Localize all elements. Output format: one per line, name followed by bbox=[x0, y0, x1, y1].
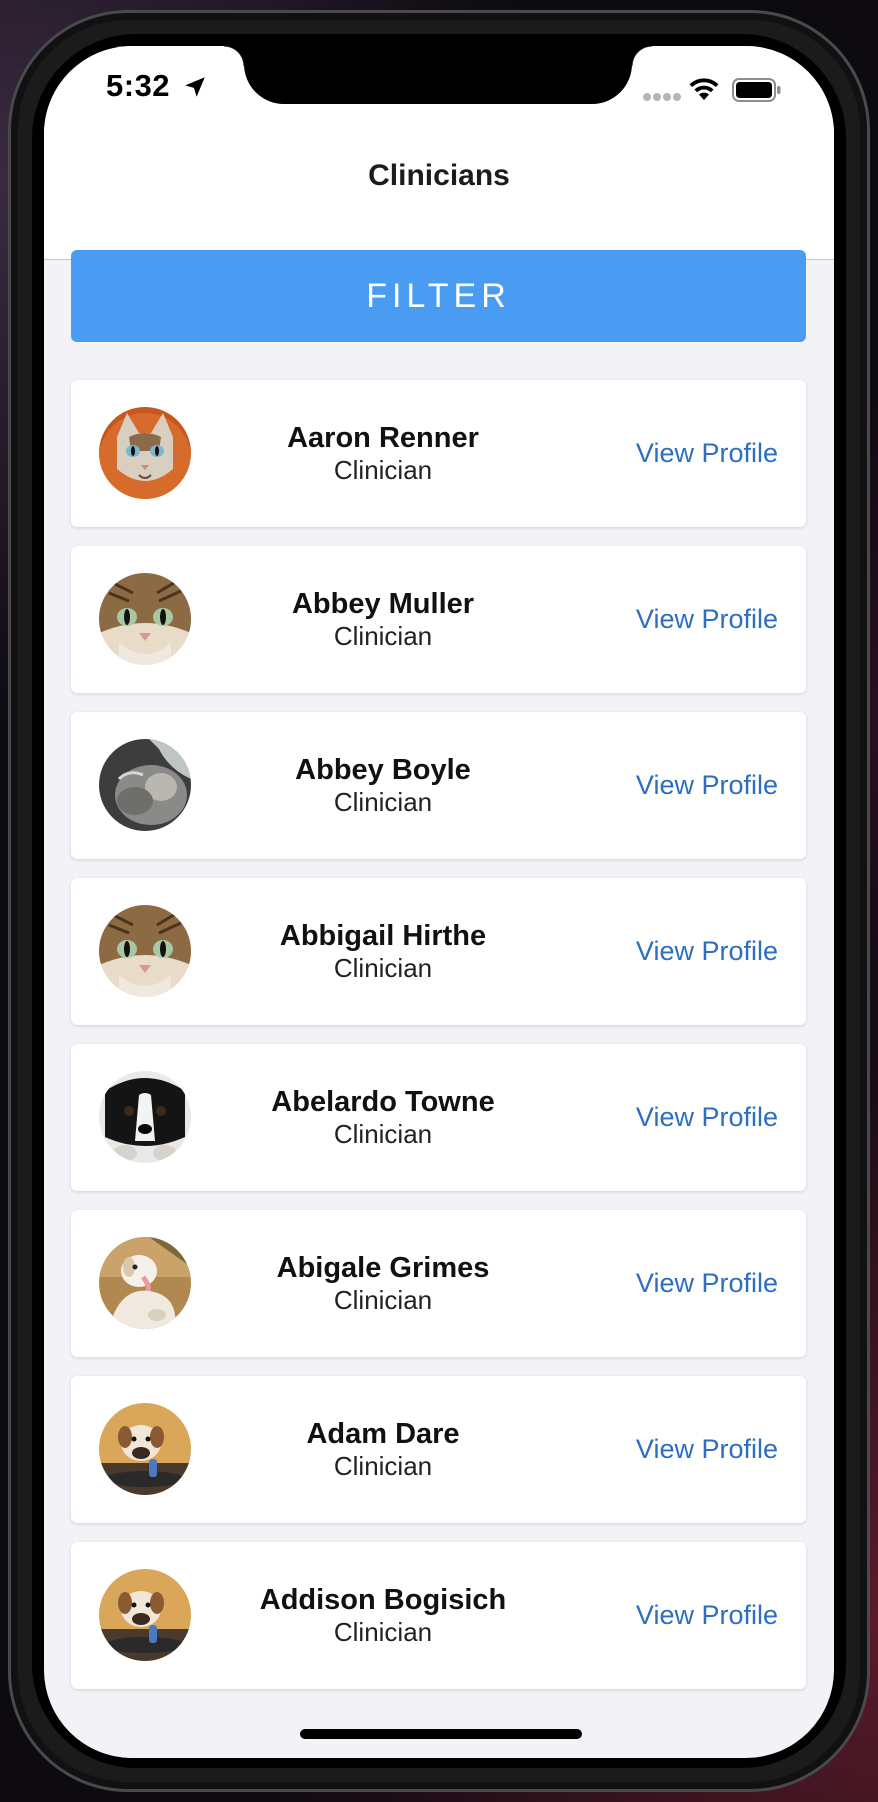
clinician-name: Abigale Grimes bbox=[276, 1252, 490, 1284]
location-arrow-icon bbox=[185, 77, 205, 97]
clinician-card: Abbigail Hirthe Clinician View Profile bbox=[71, 878, 806, 1025]
clinician-card: Abbey Muller Clinician View Profile bbox=[71, 546, 806, 693]
clinician-role: Clinician bbox=[333, 455, 433, 485]
app-screen: 5:32 Clinicians FILTER Aaron Renner Clin… bbox=[44, 46, 834, 1758]
avatar bbox=[99, 573, 191, 665]
clinician-info: Abbey Muller Clinician bbox=[231, 546, 535, 693]
clinician-card: Abigale Grimes Clinician View Profile bbox=[71, 1210, 806, 1357]
clinician-name: Abbey Muller bbox=[291, 588, 475, 620]
view-profile-link[interactable]: View Profile bbox=[636, 1376, 778, 1523]
clinician-role: Clinician bbox=[333, 1119, 433, 1149]
clinician-card: Abbey Boyle Clinician View Profile bbox=[71, 712, 806, 859]
clinician-list: Aaron Renner Clinician View Profile Abbe… bbox=[71, 380, 806, 1708]
view-profile-link[interactable]: View Profile bbox=[636, 1210, 778, 1357]
avatar bbox=[99, 407, 191, 499]
clinician-card: Abelardo Towne Clinician View Profile bbox=[71, 1044, 806, 1191]
clinician-role: Clinician bbox=[333, 787, 433, 817]
view-profile-link[interactable]: View Profile bbox=[636, 1044, 778, 1191]
clinician-info: Abelardo Towne Clinician bbox=[231, 1044, 535, 1191]
view-profile-link[interactable]: View Profile bbox=[636, 712, 778, 859]
clinician-info: Abbey Boyle Clinician bbox=[231, 712, 535, 859]
clinician-role: Clinician bbox=[333, 953, 433, 983]
status-time: 5:32 bbox=[106, 68, 171, 103]
clinician-card: Adam Dare Clinician View Profile bbox=[71, 1376, 806, 1523]
view-profile-link[interactable]: View Profile bbox=[636, 380, 778, 527]
clinician-name: Aaron Renner bbox=[287, 422, 479, 454]
clinician-name: Abbey Boyle bbox=[295, 754, 471, 786]
clinician-role: Clinician bbox=[333, 621, 433, 651]
clinician-card: Aaron Renner Clinician View Profile bbox=[71, 380, 806, 527]
clinician-info: Aaron Renner Clinician bbox=[231, 380, 535, 527]
clinician-info: Abigale Grimes Clinician bbox=[231, 1210, 535, 1357]
home-indicator[interactable] bbox=[300, 1729, 582, 1739]
view-profile-link[interactable]: View Profile bbox=[636, 878, 778, 1025]
clinician-role: Clinician bbox=[333, 1451, 433, 1481]
clinician-name: Abbigail Hirthe bbox=[279, 920, 487, 952]
clinician-name: Adam Dare bbox=[306, 1418, 460, 1450]
clinician-info: Abbigail Hirthe Clinician bbox=[231, 878, 535, 1025]
view-profile-link[interactable]: View Profile bbox=[636, 1542, 778, 1689]
clinician-role: Clinician bbox=[333, 1285, 433, 1315]
avatar bbox=[99, 1403, 191, 1495]
notch bbox=[224, 46, 652, 104]
avatar bbox=[99, 905, 191, 997]
avatar bbox=[99, 739, 191, 831]
clinician-card: Addison Bogisich Clinician View Profile bbox=[71, 1542, 806, 1689]
clinician-info: Addison Bogisich Clinician bbox=[231, 1542, 535, 1689]
avatar bbox=[99, 1071, 191, 1163]
avatar bbox=[99, 1237, 191, 1329]
clinician-name: Abelardo Towne bbox=[271, 1086, 495, 1118]
view-profile-link[interactable]: View Profile bbox=[636, 546, 778, 693]
avatar bbox=[99, 1569, 191, 1661]
battery-icon bbox=[732, 78, 781, 102]
filter-button[interactable]: FILTER bbox=[71, 250, 806, 342]
clinician-name: Addison Bogisich bbox=[259, 1584, 507, 1616]
status-bar: 5:32 bbox=[44, 46, 834, 136]
clinician-role: Clinician bbox=[333, 1617, 433, 1647]
wifi-icon bbox=[689, 78, 719, 100]
navigation-bar: Clinicians bbox=[44, 136, 834, 260]
page-title: Clinicians bbox=[368, 159, 510, 192]
clinician-info: Adam Dare Clinician bbox=[231, 1376, 535, 1523]
signal-icon bbox=[643, 93, 681, 101]
